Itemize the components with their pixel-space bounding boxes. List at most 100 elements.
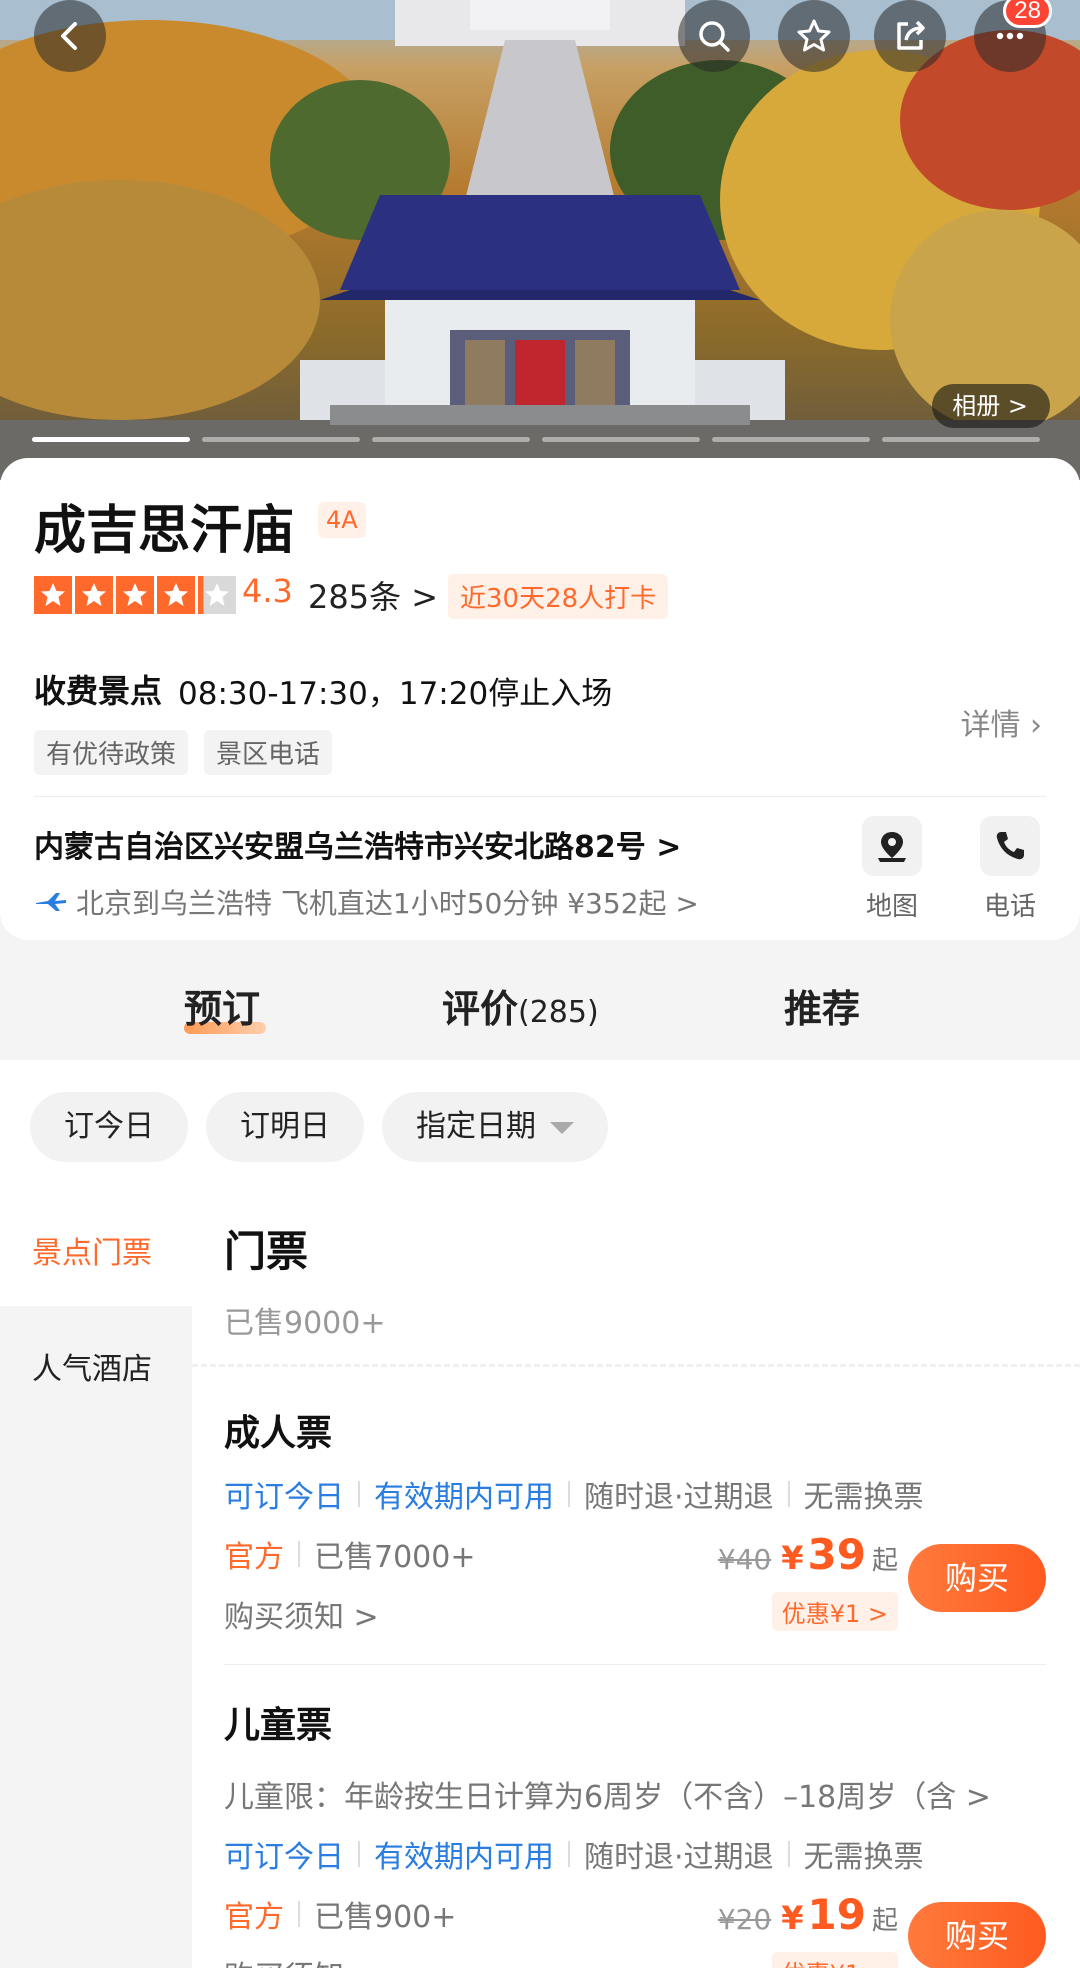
flight-link[interactable]: 北京到乌兰浩特 飞机直达1小时50分钟 ¥352起 > xyxy=(34,882,699,922)
side-nav-hotels[interactable]: 人气酒店 xyxy=(32,1344,152,1388)
ticket-name-child: 儿童票 xyxy=(224,1705,333,1746)
discount-badge-adult[interactable]: 优惠¥1 > xyxy=(771,1592,898,1631)
tab-recommend[interactable]: 推荐 xyxy=(784,978,860,1033)
back-button[interactable] xyxy=(34,0,106,72)
share-icon xyxy=(897,20,925,50)
carousel-indicator xyxy=(32,437,1040,442)
ticket-sold: 已售7000+ xyxy=(314,1540,476,1575)
separator xyxy=(298,1541,300,1567)
tag-no-exchange: 无需换票 xyxy=(803,1840,924,1875)
checkin-badge: 近30天28人打卡 xyxy=(448,574,669,619)
tag-bookable-today: 可订今日 xyxy=(224,1480,344,1515)
section-title: 门票 xyxy=(224,1227,309,1276)
chevron-left-icon xyxy=(61,22,77,50)
tag-refund-policy: 随时退·过期退 xyxy=(584,1840,774,1875)
rating-score: 4.3 xyxy=(242,572,293,610)
carousel-dot xyxy=(712,437,870,442)
temple-photo xyxy=(0,0,1080,480)
airplane-icon xyxy=(36,893,66,911)
current-price: ¥39 xyxy=(781,1530,866,1579)
album-button[interactable]: 相册 > xyxy=(932,384,1050,428)
star-icon xyxy=(116,576,154,614)
ticket-source-adult: 官方 已售7000+ xyxy=(224,1532,475,1576)
map-label: 地图 xyxy=(865,892,918,922)
separator xyxy=(358,1481,360,1507)
map-pin-icon xyxy=(878,832,906,862)
fee-type: 收费景点 xyxy=(34,672,163,710)
discount-badge-child[interactable]: 优惠¥1 > xyxy=(771,1952,898,1968)
buy-button-child[interactable]: 购买 xyxy=(908,1902,1046,1968)
level-badge: 4A xyxy=(318,502,366,538)
notification-badge: 28 xyxy=(1003,0,1052,28)
section-tabs: 预订 评价(285) 推荐 xyxy=(0,960,1080,1060)
caret-down-icon xyxy=(550,1121,574,1134)
carousel-dot xyxy=(202,437,360,442)
dashed-divider xyxy=(192,1364,1080,1367)
more-button[interactable]: 28 xyxy=(974,0,1052,72)
tag-discount-policy[interactable]: 有优待政策 xyxy=(34,730,189,775)
price-from: 起 xyxy=(871,1906,898,1936)
tag-no-exchange: 无需换票 xyxy=(803,1480,924,1515)
tab-reviews[interactable]: 评价(285) xyxy=(442,978,599,1033)
attraction-name: 成吉思汗庙 xyxy=(34,501,295,561)
chip-pick-date[interactable]: 指定日期 xyxy=(382,1092,608,1162)
star-icon xyxy=(34,576,72,614)
ticket-tags-child: 可订今日 有效期内可用 随时退·过期退 无需换票 xyxy=(224,1832,924,1876)
price-from: 起 xyxy=(871,1546,898,1576)
original-price: ¥20 xyxy=(717,1903,772,1936)
side-nav xyxy=(0,1190,192,1968)
chip-pick-date-label: 指定日期 xyxy=(416,1109,536,1144)
carousel-dot xyxy=(32,437,190,442)
phone-icon xyxy=(996,832,1024,860)
price-adult: ¥40 ¥39 起 xyxy=(718,1530,898,1579)
separator xyxy=(787,1481,790,1507)
separator xyxy=(298,1901,300,1927)
star-half-icon xyxy=(198,576,236,614)
tag-valid-period: 有效期内可用 xyxy=(374,1840,554,1875)
carousel-dot xyxy=(372,437,530,442)
tab-book[interactable]: 预订 xyxy=(184,978,260,1033)
purchase-notice-adult[interactable]: 购买须知 > xyxy=(224,1592,379,1636)
tag-valid-period: 有效期内可用 xyxy=(374,1480,554,1515)
ticket-source-child: 官方 已售900+ xyxy=(224,1892,456,1936)
booking-panel: 订今日 订明日 指定日期 景点门票 人气酒店 门票 已售9000+ 成人票 可订… xyxy=(0,1060,1080,1968)
rating-stars xyxy=(34,576,236,614)
map-button[interactable]: 地图 xyxy=(852,816,932,923)
search-button[interactable] xyxy=(678,0,750,72)
phone-label: 电话 xyxy=(983,892,1036,922)
ticket-name-adult: 成人票 xyxy=(224,1413,333,1454)
tab-reviews-label: 评价 xyxy=(442,987,519,1031)
hero-photo[interactable]: 28 相册 > xyxy=(0,0,1080,480)
separator xyxy=(358,1841,360,1867)
separator xyxy=(787,1841,790,1867)
tag-scenic-phone[interactable]: 景区电话 xyxy=(204,730,333,775)
review-count-link[interactable]: 285条 > xyxy=(308,572,438,618)
official-label: 官方 xyxy=(224,1540,284,1575)
original-price: ¥40 xyxy=(717,1543,772,1576)
address-link[interactable]: 内蒙古自治区兴安盟乌兰浩特市兴安北路82号 > xyxy=(34,822,681,866)
separator xyxy=(568,1481,570,1507)
tag-bookable-today: 可订今日 xyxy=(224,1840,344,1875)
search-icon xyxy=(699,21,730,52)
detail-link[interactable]: 详情 › xyxy=(960,700,1042,744)
attraction-info-card: 成吉思汗庙 4A 4.3 285条 > 近30天28人打卡 收费景点 08:30… xyxy=(0,458,1080,940)
purchase-notice-child[interactable]: 购买须知 > xyxy=(224,1952,379,1968)
detail-label: 详情 xyxy=(960,708,1021,743)
chevron-right-icon: › xyxy=(1020,708,1042,743)
ticket-sold: 已售900+ xyxy=(314,1900,457,1935)
side-nav-tickets[interactable]: 景点门票 xyxy=(32,1228,152,1272)
phone-button[interactable]: 电话 xyxy=(970,816,1050,923)
divider xyxy=(224,1664,1046,1665)
chip-today[interactable]: 订今日 xyxy=(30,1092,188,1162)
child-age-limit[interactable]: 儿童限：年龄按生日计算为6周岁（不含）–18周岁（含 > xyxy=(224,1772,991,1816)
star-icon xyxy=(797,19,831,52)
current-price: ¥19 xyxy=(781,1890,866,1939)
buy-button-adult[interactable]: 购买 xyxy=(908,1544,1046,1612)
chip-tomorrow[interactable]: 订明日 xyxy=(206,1092,364,1162)
opening-hours: 08:30-17:30，17:20停止入场 xyxy=(178,676,613,712)
carousel-dot xyxy=(882,437,1040,442)
tab-reviews-count: (285) xyxy=(518,995,599,1030)
favorite-button[interactable] xyxy=(778,0,850,72)
share-button[interactable] xyxy=(874,0,946,72)
flight-text: 北京到乌兰浩特 飞机直达1小时50分钟 ¥352起 > xyxy=(76,887,699,920)
